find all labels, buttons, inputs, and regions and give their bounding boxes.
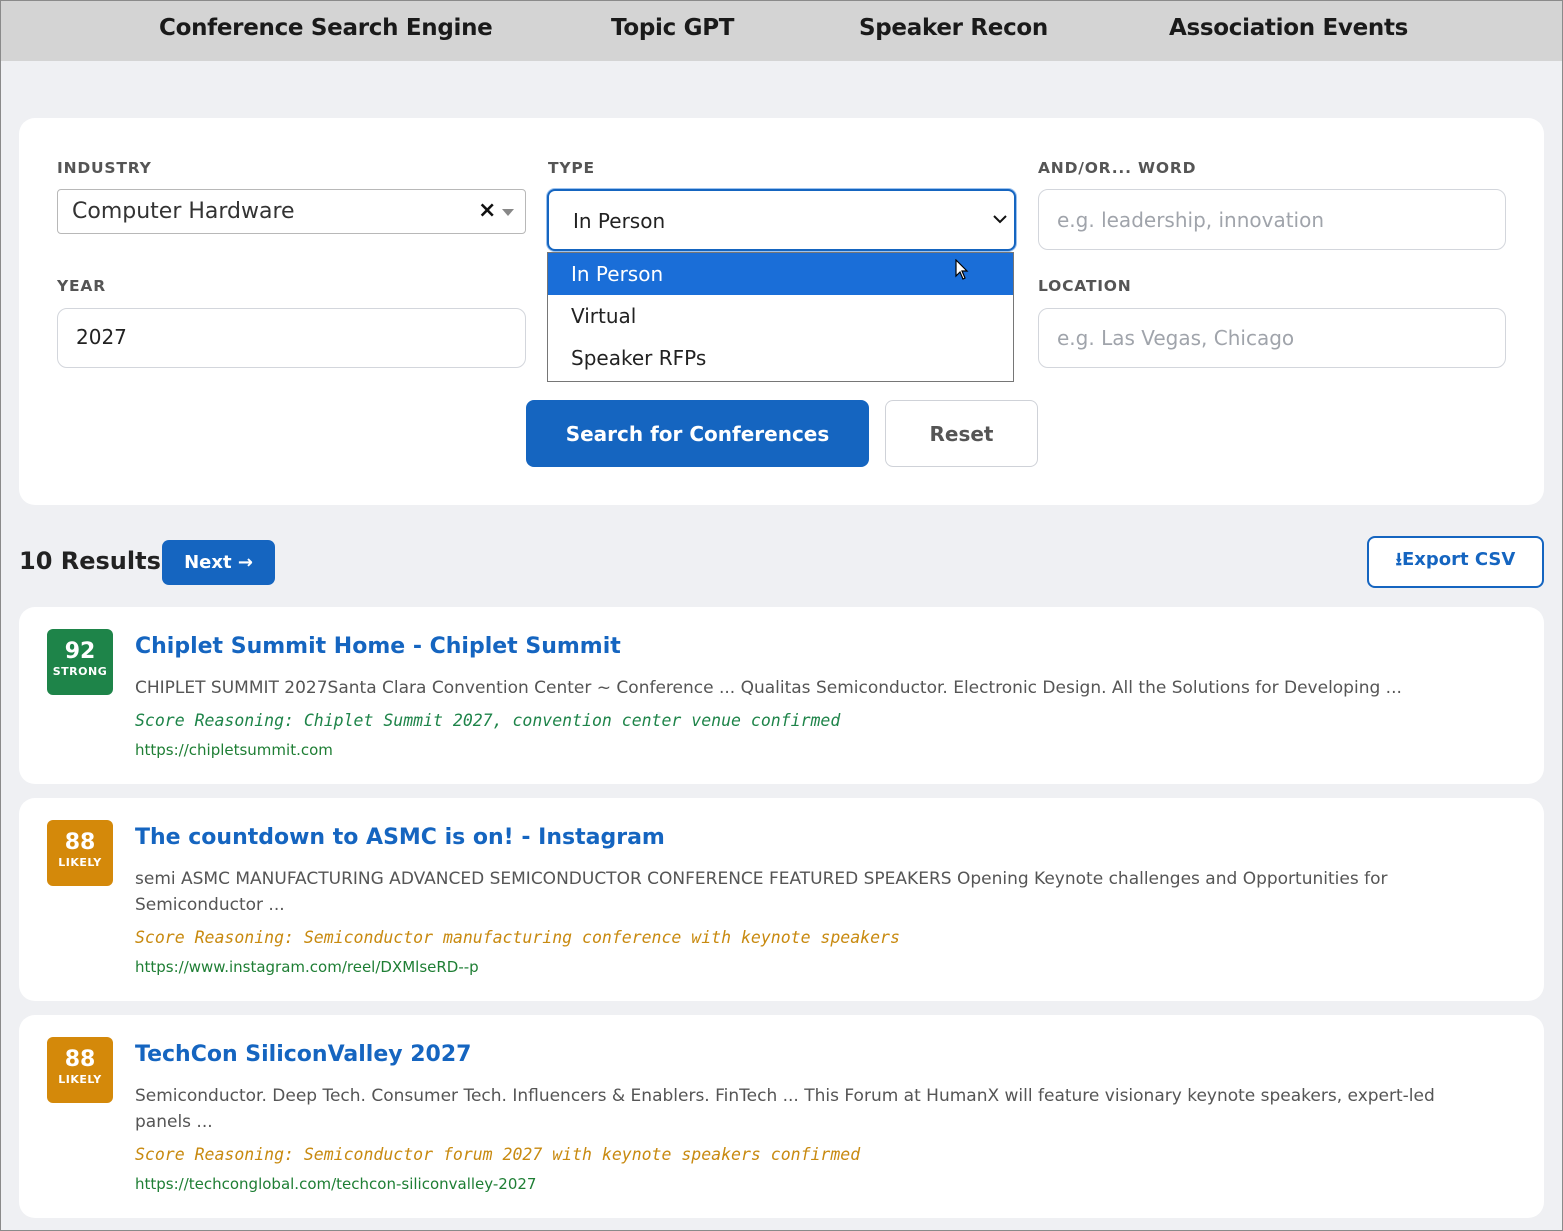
score-label: STRONG [52, 665, 108, 678]
type-select[interactable]: In Person [547, 189, 1016, 251]
score-reasoning: Score Reasoning: Semiconductor forum 202… [135, 1145, 861, 1164]
chevron-down-icon[interactable] [993, 215, 1007, 225]
type-selected-value: In Person [573, 209, 666, 233]
industry-selected-value: Computer Hardware [72, 199, 295, 224]
type-dropdown-list: In Person Virtual Speaker RFPs [547, 252, 1014, 382]
result-card: 92 STRONG Chiplet Summit Home - Chiplet … [19, 607, 1544, 784]
result-snippet: CHIPLET SUMMIT 2027Santa Clara Conventio… [135, 678, 1402, 698]
location-input[interactable] [1038, 308, 1506, 368]
mouse-cursor-icon [955, 259, 969, 280]
nav-speaker-recon[interactable]: Speaker Recon [859, 15, 1048, 41]
result-title-link[interactable]: Chiplet Summit Home - Chiplet Summit [135, 634, 621, 659]
reset-button[interactable]: Reset [885, 400, 1038, 467]
score-value: 88 [64, 1047, 96, 1072]
export-csv-button[interactable]: ⭳Export CSV [1367, 536, 1544, 588]
results-count: 10 Results [19, 547, 161, 575]
year-input[interactable]: 2027 [57, 308, 526, 368]
result-url-link[interactable]: https://www.instagram.com/reel/DXMlseRD-… [135, 958, 479, 976]
result-card: 88 LIKELY The countdown to ASMC is on! -… [19, 798, 1544, 1001]
location-label: LOCATION [1038, 277, 1132, 295]
result-url-link[interactable]: https://chipletsummit.com [135, 741, 333, 759]
type-option-speaker-rfps[interactable]: Speaker RFPs [548, 337, 1013, 379]
top-nav: Conference Search Engine Topic GPT Speak… [1, 1, 1562, 61]
score-label: LIKELY [58, 1073, 102, 1086]
year-label: YEAR [57, 277, 106, 295]
type-label: TYPE [548, 159, 595, 177]
score-reasoning: Score Reasoning: Semiconductor manufactu… [135, 928, 900, 947]
nav-association-events[interactable]: Association Events [1169, 15, 1408, 41]
keyword-input[interactable] [1038, 189, 1506, 250]
nav-topic-gpt[interactable]: Topic GPT [611, 15, 734, 41]
result-title-link[interactable]: The countdown to ASMC is on! - Instagram [135, 825, 665, 850]
word-label: AND/OR... WORD [1038, 159, 1197, 177]
score-value: 88 [64, 830, 96, 855]
score-reasoning: Score Reasoning: Chiplet Summit 2027, co… [135, 711, 841, 730]
result-title-link[interactable]: TechCon SiliconValley 2027 [135, 1042, 471, 1067]
score-label: LIKELY [58, 856, 102, 869]
industry-label: INDUSTRY [57, 159, 152, 177]
next-page-button[interactable]: Next → [162, 540, 275, 585]
result-card: 88 LIKELY TechCon SiliconValley 2027 Sem… [19, 1015, 1544, 1218]
industry-select[interactable]: Computer Hardware × [57, 189, 526, 234]
result-url-link[interactable]: https://techconglobal.com/techcon-silico… [135, 1175, 536, 1193]
result-snippet: semi ASMC MANUFACTURING ADVANCED SEMICON… [135, 869, 1388, 915]
type-option-in-person[interactable]: In Person [548, 253, 1013, 295]
nav-conference-search-engine[interactable]: Conference Search Engine [159, 15, 493, 41]
score-value: 92 [64, 639, 96, 664]
type-option-virtual[interactable]: Virtual [548, 295, 1013, 337]
score-badge: 88 LIKELY [47, 1037, 113, 1103]
result-snippet: Semiconductor. Deep Tech. Consumer Tech.… [135, 1086, 1435, 1132]
score-badge: 88 LIKELY [47, 820, 113, 886]
clear-icon[interactable]: × [478, 198, 496, 223]
search-button[interactable]: Search for Conferences [526, 400, 869, 467]
chevron-down-icon[interactable] [502, 209, 514, 216]
score-badge: 92 STRONG [47, 629, 113, 695]
